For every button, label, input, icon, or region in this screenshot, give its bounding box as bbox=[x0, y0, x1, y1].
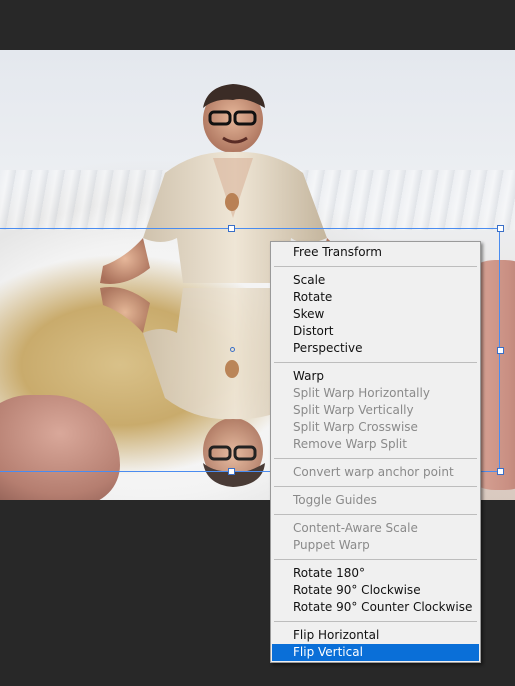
menu-item-rotate-90-counter-clockwise[interactable]: Rotate 90° Counter Clockwise bbox=[272, 599, 479, 616]
menu-item-rotate[interactable]: Rotate bbox=[272, 289, 479, 306]
menu-item-flip-horizontal[interactable]: Flip Horizontal bbox=[272, 627, 479, 644]
menu-item-puppet-warp[interactable]: Puppet Warp bbox=[272, 537, 479, 554]
menu-item-perspective[interactable]: Perspective bbox=[272, 340, 479, 357]
menu-item-free-transform[interactable]: Free Transform bbox=[272, 244, 479, 261]
menu-item-rotate-180[interactable]: Rotate 180° bbox=[272, 565, 479, 582]
menu-item-distort[interactable]: Distort bbox=[272, 323, 479, 340]
menu-item-scale[interactable]: Scale bbox=[272, 272, 479, 289]
menu-separator bbox=[274, 266, 477, 267]
transform-handle-right[interactable] bbox=[497, 347, 504, 354]
menu-separator bbox=[274, 486, 477, 487]
transform-reference-point[interactable] bbox=[230, 347, 235, 352]
menu-separator bbox=[274, 362, 477, 363]
menu-item-toggle-guides[interactable]: Toggle Guides bbox=[272, 492, 479, 509]
menu-item-skew[interactable]: Skew bbox=[272, 306, 479, 323]
menu-item-remove-warp-split[interactable]: Remove Warp Split bbox=[272, 436, 479, 453]
menu-item-rotate-90-clockwise[interactable]: Rotate 90° Clockwise bbox=[272, 582, 479, 599]
menu-separator bbox=[274, 621, 477, 622]
transform-handle-bottom[interactable] bbox=[228, 468, 235, 475]
menu-separator bbox=[274, 559, 477, 560]
menu-separator bbox=[274, 458, 477, 459]
transform-context-menu: Free Transform Scale Rotate Skew Distort… bbox=[270, 241, 481, 663]
transform-handle-top[interactable] bbox=[228, 225, 235, 232]
menu-item-split-warp-crosswise[interactable]: Split Warp Crosswise bbox=[272, 419, 479, 436]
menu-item-convert-warp-anchor-point[interactable]: Convert warp anchor point bbox=[272, 464, 479, 481]
menu-item-warp[interactable]: Warp bbox=[272, 368, 479, 385]
transform-handle-bottom-right[interactable] bbox=[497, 468, 504, 475]
menu-item-content-aware-scale[interactable]: Content-Aware Scale bbox=[272, 520, 479, 537]
transform-handle-top-right[interactable] bbox=[497, 225, 504, 232]
menu-item-split-warp-vertically[interactable]: Split Warp Vertically bbox=[272, 402, 479, 419]
menu-item-flip-vertical[interactable]: Flip Vertical bbox=[272, 644, 479, 661]
menu-item-split-warp-horizontally[interactable]: Split Warp Horizontally bbox=[272, 385, 479, 402]
menu-separator bbox=[274, 514, 477, 515]
